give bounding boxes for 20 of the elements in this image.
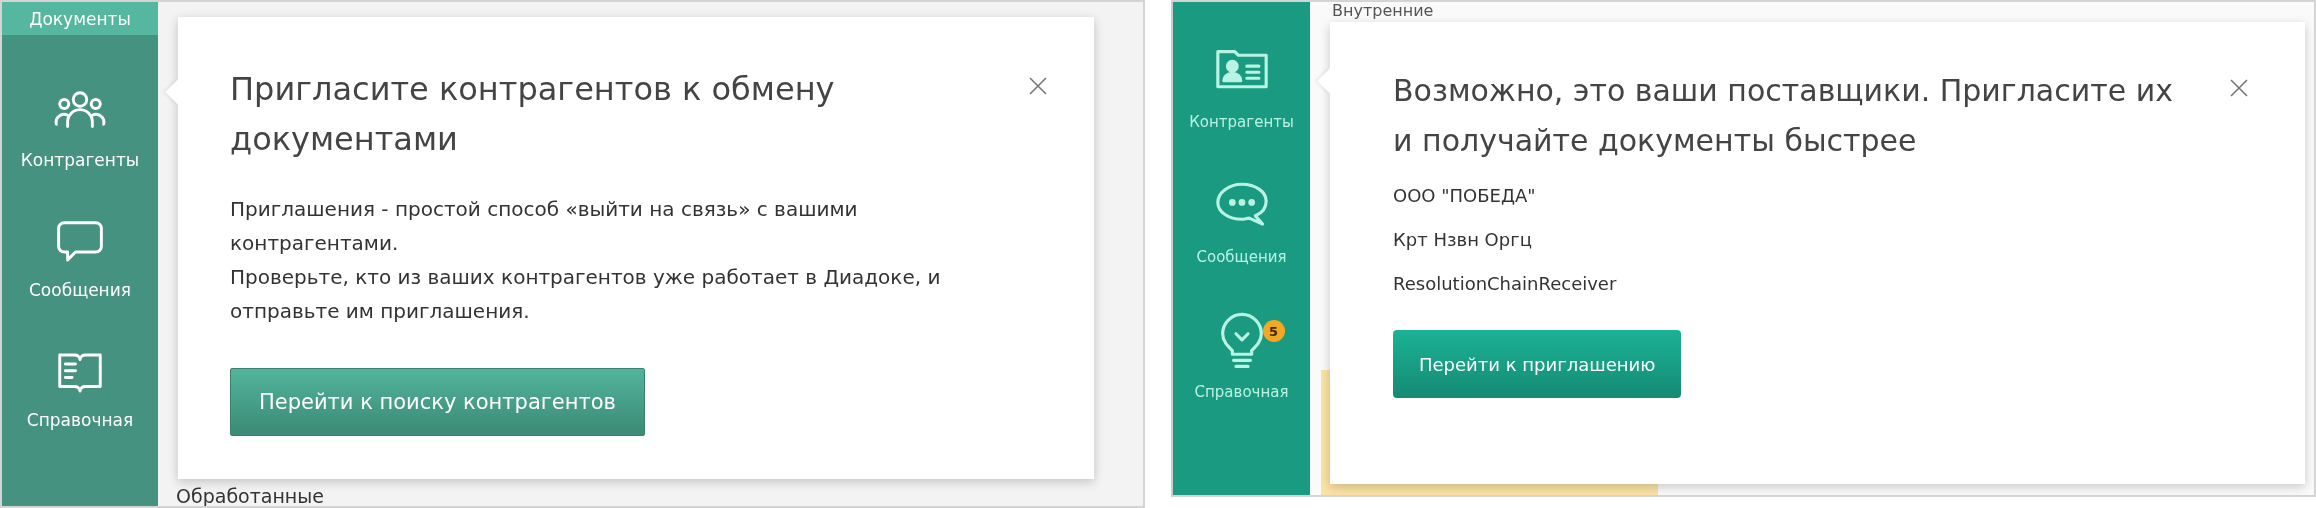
notification-badge: 5 — [1262, 320, 1285, 342]
section-label: Внутренние — [1332, 2, 1434, 20]
sidebar-item[interactable]: 5 Справочная — [1173, 312, 1310, 447]
sidebar-item[interactable]: Сообщения — [1173, 177, 1310, 312]
sidebar-item[interactable]: Справочная — [2, 323, 158, 453]
popup-title: Возможно, это ваши поставщики. Пригласите их и получайте документы быстрее — [1393, 72, 2173, 160]
popup-text: Проверьте, кто из ваших контрагентов уже работает в Диадоке, и отправьте им приглашения. — [230, 264, 942, 325]
close-icon — [1028, 76, 1048, 96]
primary-button[interactable]: Перейти к поиску контрагентов — [230, 368, 645, 436]
sidebar-item[interactable]: Контрагенты — [1173, 42, 1310, 177]
sidebar-item[interactable]: Сообщения — [2, 193, 158, 323]
organization-name: ResolutionChainReceiver — [1393, 272, 1618, 296]
organization-name: ООО "ПОБЕДА" — [1393, 184, 1537, 208]
sidebar-item[interactable]: Документы — [2, 2, 158, 35]
sidebar-item[interactable]: Контрагенты — [2, 63, 158, 193]
organization-name: Крт Нзвн Оргц — [1393, 228, 1533, 252]
primary-button[interactable]: Перейти к приглашению — [1393, 330, 1682, 398]
popup-text: Приглашения - простой способ «выйти на связь» с вашими контрагентами. — [230, 196, 859, 257]
close-icon — [2229, 78, 2249, 98]
popup-title: Пригласите контрагентов к обмену документами — [230, 69, 836, 160]
